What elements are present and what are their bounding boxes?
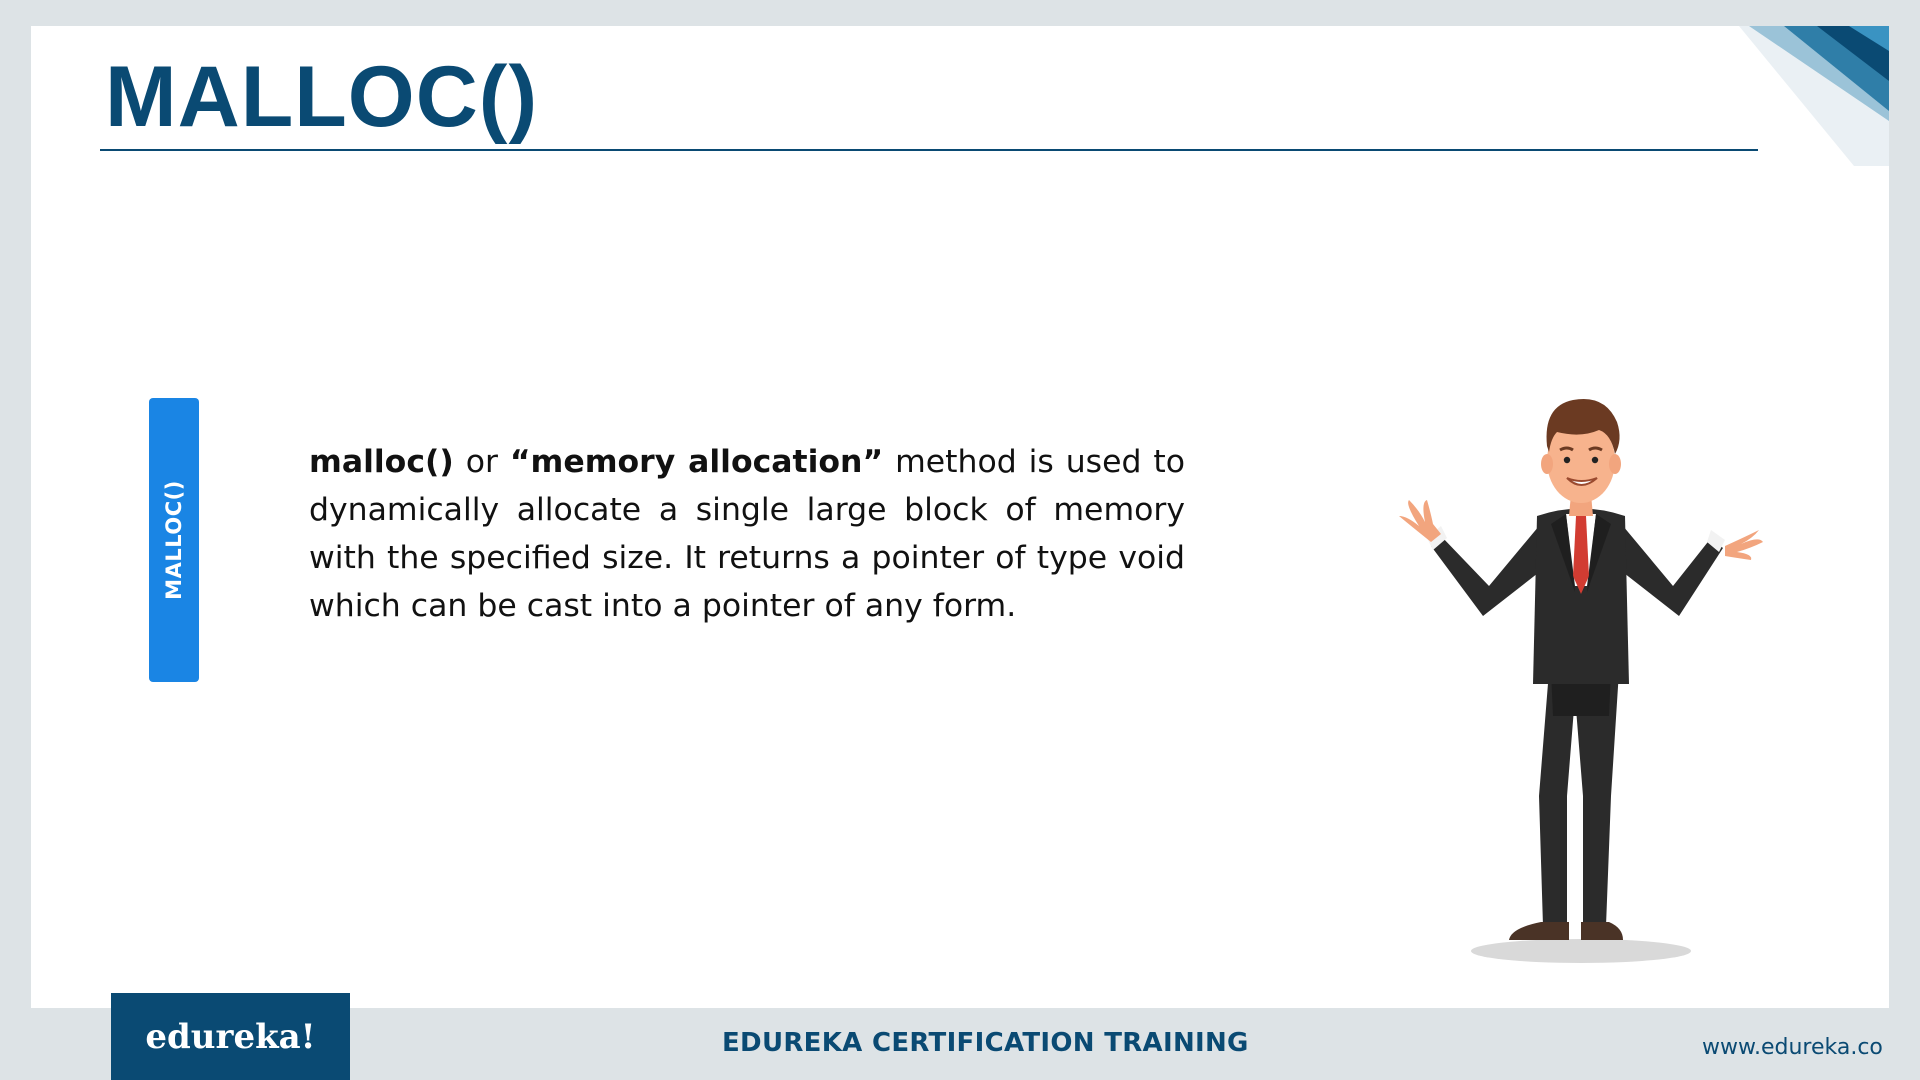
edureka-logo: edureka! [111, 993, 350, 1080]
footer-title: EDUREKA CERTIFICATION TRAINING [722, 1028, 1249, 1058]
corner-stripes-decoration [1739, 26, 1889, 166]
slide: MALLOC() MALLOC() malloc() or “memory al… [31, 26, 1889, 1008]
page-title: MALLOC() [105, 49, 539, 145]
term-memory-allocation: “memory allocation” [509, 444, 884, 480]
term-connector: or [453, 444, 510, 480]
footer-url: www.edureka.co [1702, 1035, 1883, 1060]
side-section-tab: MALLOC() [149, 398, 199, 682]
presenter-character-illustration [1399, 398, 1763, 963]
term-malloc: malloc() [309, 444, 454, 480]
description-text: malloc() or “memory allocation” method i… [309, 438, 1185, 630]
side-tab-label: MALLOC() [162, 480, 186, 600]
logo-text: edureka! [145, 1016, 316, 1057]
title-divider [100, 149, 1758, 151]
